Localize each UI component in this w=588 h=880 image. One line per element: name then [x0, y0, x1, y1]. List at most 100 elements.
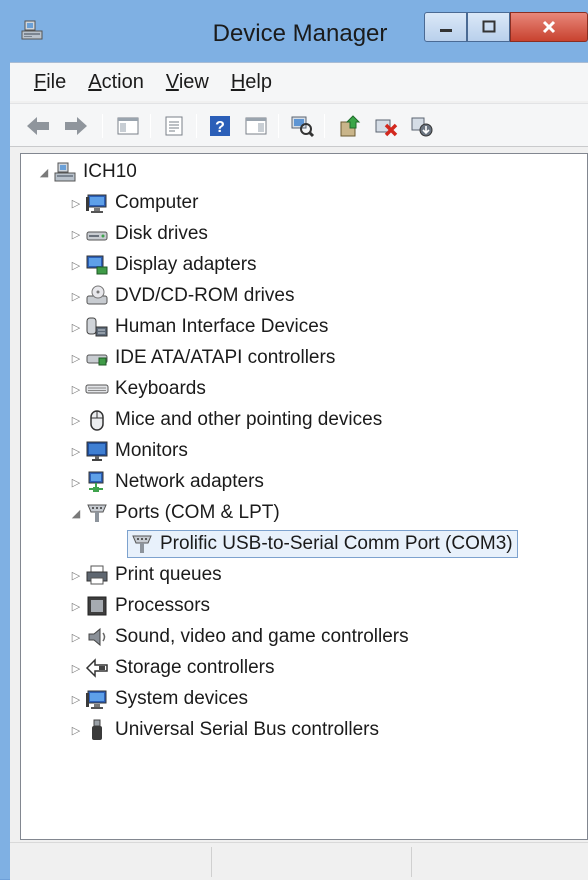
tree-item-print-queues[interactable]: ▷ Print queues	[67, 561, 222, 589]
expand-arrow-icon[interactable]: ▷	[67, 623, 85, 651]
processor-icon	[85, 594, 109, 618]
computer-root-icon	[53, 160, 77, 184]
menu-bar: File Action View Help	[10, 63, 588, 101]
expand-arrow-icon[interactable]: ▷	[67, 375, 85, 403]
tree-item-label: Display adapters	[115, 254, 257, 275]
help-icon: ?	[210, 116, 230, 136]
tree-item-storage-controllers[interactable]: ▷ Storage controllers	[67, 654, 275, 682]
tree-item-monitors[interactable]: ▷ Monitors	[67, 437, 188, 465]
display-adapter-icon	[85, 253, 109, 277]
expand-arrow-icon[interactable]: ▷	[67, 313, 85, 341]
tree-item-label: Keyboards	[115, 378, 206, 399]
mouse-icon	[85, 408, 109, 432]
uninstall-device-icon	[375, 119, 398, 137]
expand-arrow-icon[interactable]: ▷	[67, 468, 85, 496]
disable-device-icon	[411, 117, 433, 137]
forward-arrow-icon	[65, 117, 87, 135]
tree-item-prolific-usb-serial-com3[interactable]: Prolific USB-to-Serial Comm Port (COM3)	[127, 530, 518, 558]
tree-root[interactable]: ◢ ICH10	[35, 158, 137, 186]
tree-item-dvd-cd-rom-drives[interactable]: ▷ DVD/CD-ROM drives	[67, 282, 295, 310]
update-driver-button[interactable]	[336, 112, 364, 140]
device-tree[interactable]: ◢ ICH10 ▷ Computer ▷ Disk drives ▷ Displ…	[20, 153, 588, 840]
expand-arrow-icon[interactable]: ▷	[67, 251, 85, 279]
tree-item-label: Prolific USB-to-Serial Comm Port (COM3)	[160, 533, 513, 554]
tree-item-ports[interactable]: ◢ Ports (COM & LPT)	[67, 499, 280, 527]
expand-arrow-icon[interactable]: ▷	[67, 437, 85, 465]
tree-root-label: ICH10	[83, 161, 137, 182]
svg-text:?: ?	[215, 119, 225, 136]
tree-item-mice[interactable]: ▷ Mice and other pointing devices	[67, 406, 382, 434]
collapse-arrow-icon[interactable]: ◢	[67, 499, 85, 527]
collapse-arrow-icon[interactable]: ◢	[35, 158, 53, 186]
expand-arrow-icon[interactable]: ▷	[67, 561, 85, 589]
uninstall-device-button[interactable]	[372, 112, 400, 140]
system-device-icon	[85, 687, 109, 711]
keyboard-icon	[85, 377, 109, 401]
maximize-button[interactable]	[467, 12, 510, 42]
tree-item-ide-ata-atapi-controllers[interactable]: ▷ IDE ATA/ATAPI controllers	[67, 344, 336, 372]
expand-arrow-icon[interactable]: ▷	[67, 716, 85, 744]
tree-item-keyboards[interactable]: ▷ Keyboards	[67, 375, 206, 403]
expand-arrow-icon[interactable]: ▷	[67, 220, 85, 248]
tree-item-display-adapters[interactable]: ▷ Display adapters	[67, 251, 257, 279]
close-button[interactable]	[510, 12, 588, 42]
printer-icon	[85, 563, 109, 587]
tree-item-processors[interactable]: ▷ Processors	[67, 592, 210, 620]
tree-item-label: Monitors	[115, 440, 188, 461]
tree-item-label: Human Interface Devices	[115, 316, 329, 337]
scan-hardware-changes-icon	[291, 116, 315, 138]
disable-device-button[interactable]	[408, 112, 436, 140]
tree-item-label: Sound, video and game controllers	[115, 626, 409, 647]
expand-arrow-icon[interactable]: ▷	[67, 344, 85, 372]
toolbar-separator	[150, 114, 151, 138]
tree-item-label: System devices	[115, 688, 249, 709]
expand-arrow-icon[interactable]: ▷	[67, 654, 85, 682]
help-button[interactable]: ?	[206, 112, 234, 140]
tree-item-system-devices[interactable]: ▷ System devices	[67, 685, 248, 713]
dvd-drive-icon	[85, 284, 109, 308]
usb-icon	[85, 718, 109, 742]
selection-highlight: Prolific USB-to-Serial Comm Port (COM3)	[127, 530, 518, 558]
forward-button[interactable]	[62, 112, 90, 140]
tree-item-label: Network adapters	[115, 471, 264, 492]
tree-item-label: Processors	[115, 595, 211, 616]
tree-item-label: Storage controllers	[115, 657, 275, 678]
tree-item-label: Ports (COM & LPT)	[115, 502, 280, 523]
expand-arrow-icon[interactable]: ▷	[67, 685, 85, 713]
tree-item-label: DVD/CD-ROM drives	[115, 285, 295, 306]
scan-hardware-changes-button[interactable]	[288, 112, 316, 140]
expand-arrow-icon[interactable]: ▷	[67, 406, 85, 434]
speaker-icon	[85, 625, 109, 649]
tree-item-sound-video-game[interactable]: ▷ Sound, video and game controllers	[67, 623, 409, 651]
hid-icon	[85, 315, 109, 339]
show-action-pane-button[interactable]	[242, 112, 270, 140]
device-manager-window: Device Manager File Action View Help ? ◢…	[0, 0, 588, 880]
disk-drive-icon	[85, 222, 109, 246]
tree-item-disk-drives[interactable]: ▷ Disk drives	[67, 220, 208, 248]
update-driver-icon	[340, 115, 361, 137]
title-bar[interactable]: Device Manager	[0, 0, 588, 62]
menu-help[interactable]: Help	[220, 67, 283, 97]
toolbar-separator	[196, 114, 197, 138]
tree-item-label: Universal Serial Bus controllers	[115, 719, 379, 740]
expand-arrow-icon[interactable]: ▷	[67, 189, 85, 217]
menu-view[interactable]: View	[155, 67, 220, 97]
show-action-pane-icon	[245, 117, 267, 135]
port-icon	[85, 501, 109, 525]
toolbar-separator	[324, 114, 325, 138]
device-manager-icon	[20, 18, 44, 42]
expand-arrow-icon[interactable]: ▷	[67, 592, 85, 620]
tree-item-label: Mice and other pointing devices	[115, 409, 383, 430]
menu-action[interactable]: Action	[77, 67, 155, 97]
tree-item-label: Print queues	[115, 564, 222, 585]
menu-file[interactable]: File	[23, 67, 77, 97]
expand-arrow-icon[interactable]: ▷	[67, 282, 85, 310]
show-hide-console-tree-button[interactable]	[114, 112, 142, 140]
back-button[interactable]	[24, 112, 52, 140]
tree-item-human-interface-devices[interactable]: ▷ Human Interface Devices	[67, 313, 329, 341]
tree-item-usb-controllers[interactable]: ▷ Universal Serial Bus controllers	[67, 716, 379, 744]
tree-item-computer[interactable]: ▷ Computer	[67, 189, 198, 217]
tree-item-network-adapters[interactable]: ▷ Network adapters	[67, 468, 264, 496]
properties-button[interactable]	[160, 112, 188, 140]
minimize-button[interactable]	[424, 12, 467, 42]
